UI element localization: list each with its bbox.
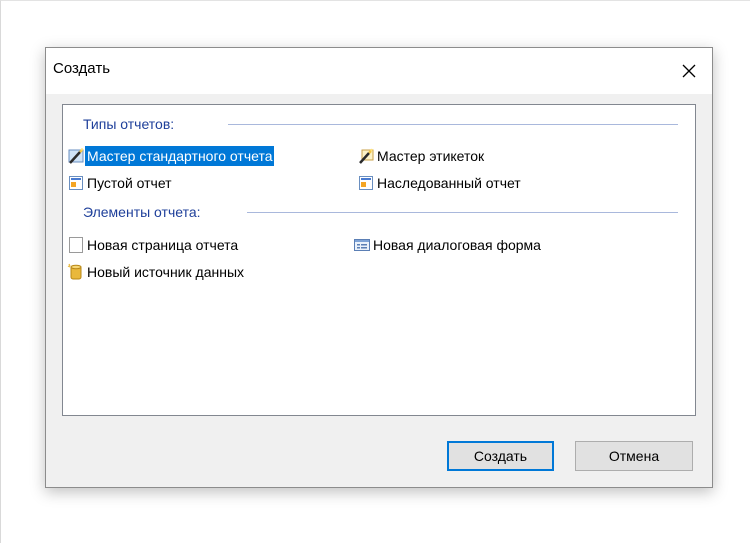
item-new-report-page[interactable]: Новая страница отчета: [67, 235, 240, 255]
group-header-report-elements: Элементы отчета:: [83, 204, 201, 220]
item-standard-report-wizard[interactable]: Мастер стандартного отчета: [67, 146, 275, 166]
item-inherited-report[interactable]: Наследованный отчет: [357, 173, 523, 193]
dialog-form-icon: [353, 236, 371, 254]
item-label-wizard[interactable]: Мастер этикеток: [357, 146, 486, 166]
close-button[interactable]: [666, 48, 712, 94]
group-divider: [228, 124, 678, 125]
close-icon: [682, 64, 696, 78]
report-icon: [357, 174, 375, 192]
new-item-panel: Типы отчетов: Мастер стандартного отчета: [62, 104, 696, 416]
wand-icon: [357, 147, 375, 165]
item-new-dialog-form[interactable]: Новая диалоговая форма: [353, 235, 543, 255]
cancel-button[interactable]: Отмена: [575, 441, 693, 471]
create-button[interactable]: Создать: [447, 441, 554, 471]
dialog-titlebar: Создать: [46, 48, 712, 94]
page-icon: [67, 236, 85, 254]
database-icon: [67, 263, 85, 281]
wand-icon: [67, 147, 85, 165]
dialog-title: Создать: [53, 60, 111, 77]
item-blank-report[interactable]: Пустой отчет: [67, 173, 174, 193]
create-dialog: Создать Типы отчетов: Мастер стандартног…: [45, 47, 713, 488]
item-new-data-source[interactable]: Новый источник данных: [67, 262, 246, 282]
report-icon: [67, 174, 85, 192]
group-divider: [247, 212, 678, 213]
group-header-report-types: Типы отчетов:: [83, 116, 175, 132]
